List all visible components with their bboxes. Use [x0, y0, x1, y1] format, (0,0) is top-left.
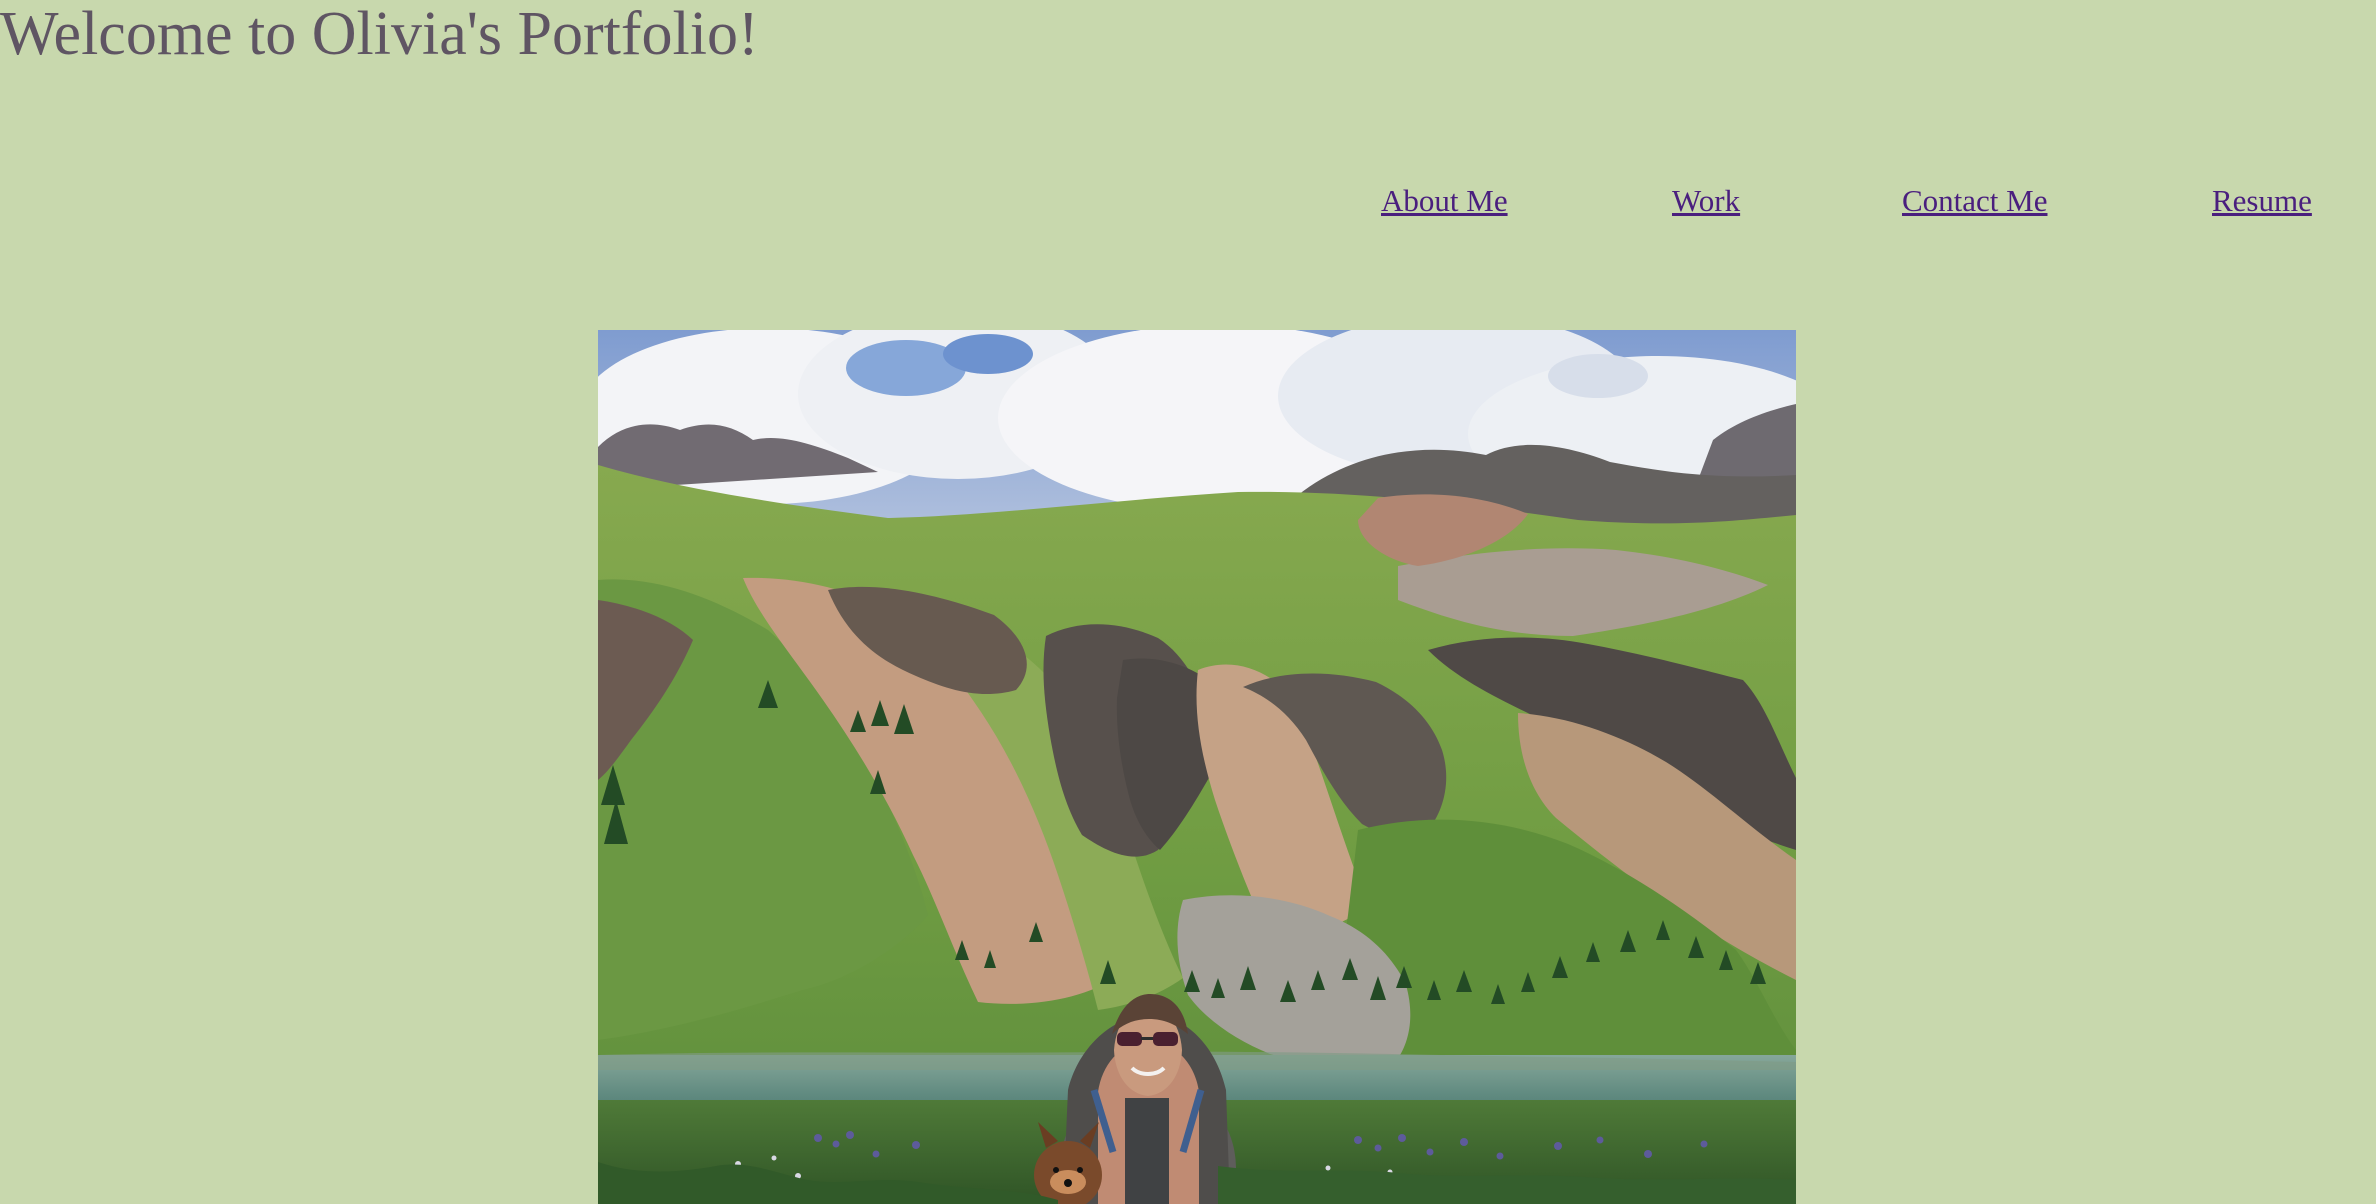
- nav-link-work[interactable]: Work: [1672, 177, 1740, 225]
- nav-link-about-me[interactable]: About Me: [1381, 177, 1508, 225]
- nav-link-resume[interactable]: Resume: [2212, 177, 2312, 225]
- page: Welcome to Olivia's Portfolio! About Me …: [0, 0, 2376, 1204]
- nav-link-contact-me[interactable]: Contact Me: [1902, 177, 2048, 225]
- top-navigation: About Me Work Contact Me Resume: [0, 177, 2376, 225]
- mountain-lake-photo-image: [598, 330, 1796, 1204]
- hero-photo: [598, 330, 1796, 1204]
- page-title: Welcome to Olivia's Portfolio!: [0, 0, 759, 68]
